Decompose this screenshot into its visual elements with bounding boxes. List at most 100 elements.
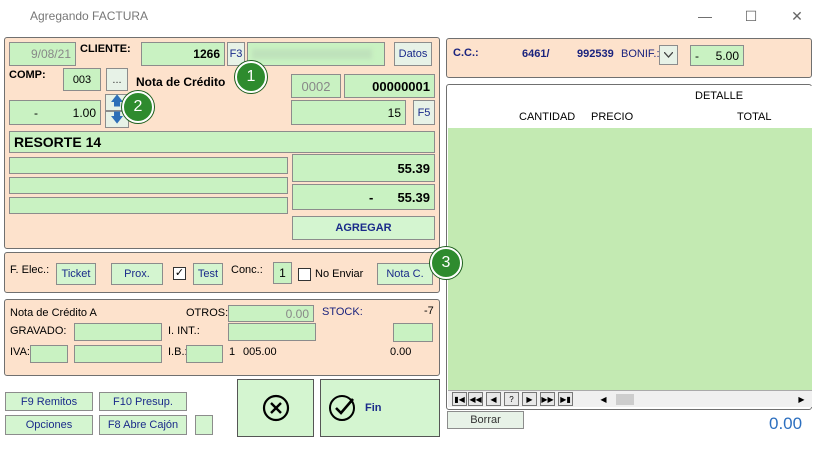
bonif-sign: - [695,48,699,63]
nav-prev-page-button[interactable]: ◀◀ [468,392,483,406]
cliente-code-field[interactable]: 1266 [141,42,225,66]
quantity-value: 1.00 [72,105,96,120]
quantity-field[interactable]: - 1.00 [9,100,101,125]
test-checkbox[interactable]: ✓ [173,267,186,280]
chevron-down-icon [664,52,673,58]
conc-label: Conc.: [231,264,263,276]
f8-abre-cajon-button[interactable]: F8 Abre Cajón [99,415,187,435]
product-code-field[interactable]: 15 [291,100,406,125]
bonif-dropdown[interactable] [659,45,678,65]
ib-value-3: 0.00 [390,346,412,358]
punto-venta-field[interactable]: 0002 [291,74,341,98]
nav-last-button[interactable]: ▶▮ [558,392,573,406]
app-window: Agregando FACTURA — ☐ ✕ 9/08/21 CLIENTE:… [0,0,820,474]
prox-button[interactable]: Prox. [111,263,163,285]
ib-rate-field[interactable] [186,345,223,363]
fin-label: Fin [365,402,382,414]
step-badge-3: 3 [430,247,462,279]
nav-prev-button[interactable]: ◀ [486,392,501,406]
opciones-button[interactable]: Opciones [5,415,93,435]
fin-button[interactable]: Fin [320,379,440,437]
col-total[interactable]: TOTAL [737,111,771,123]
cancel-icon [262,394,289,422]
doc-name-label: Nota de Crédito A [10,307,97,319]
bonif-label: BONIF.: [621,48,660,60]
f5-button[interactable]: F5 [413,100,435,125]
gravado-field[interactable] [74,323,162,341]
iint-field[interactable] [228,323,316,341]
nota-c-button[interactable]: Nota C. [377,263,433,285]
extra-field-1[interactable] [9,157,288,174]
extra-field-2[interactable] [9,177,288,194]
nav-next-button[interactable]: ▶ [522,392,537,406]
borrar-button[interactable]: Borrar [447,411,524,429]
title-bar: Agregando FACTURA — ☐ ✕ [0,0,820,32]
redacted-name [252,49,372,59]
ib-label: I.B.: [168,346,188,358]
line-total-field[interactable]: - 55.39 [292,184,435,210]
close-button[interactable]: ✕ [774,0,820,32]
small-button[interactable] [195,415,213,435]
check-circle-icon [329,395,355,421]
doc-type-label: Nota de Crédito [136,75,226,89]
scroll-left-icon[interactable]: ◀ [596,392,611,406]
step-badge-1: 1 [235,61,267,93]
no-enviar-checkbox[interactable] [298,268,311,281]
f9-remitos-button[interactable]: F9 Remitos [5,392,93,411]
felec-label: F. Elec.: [10,264,50,276]
agregar-button[interactable]: AGREGAR [292,216,435,240]
iva-field[interactable] [74,345,162,363]
grand-total: 0.00 [769,414,803,433]
scroll-right-icon[interactable]: ▶ [794,392,809,406]
stock-value: -7 [424,305,434,317]
ticket-button[interactable]: Ticket [56,263,96,285]
datos-button[interactable]: Datos [394,42,432,66]
test-button[interactable]: Test [193,263,223,285]
arrow-down-icon: 🡇 [110,109,124,125]
iva-rate-field[interactable] [30,345,68,363]
maximize-button[interactable]: ☐ [728,0,774,32]
ib-value-2: 005.00 [243,346,277,358]
nav-first-button[interactable]: ▮◀ [452,392,467,406]
f10-presup-button[interactable]: F10 Presup. [99,392,187,411]
detail-grid[interactable] [448,128,812,390]
extra-field-3[interactable] [9,197,288,214]
cliente-label: CLIENTE: [80,43,131,55]
col-precio[interactable]: PRECIO [591,111,633,123]
unit-price-field[interactable]: 55.39 [292,154,435,182]
grid-navigator: ▮◀ ◀◀ ◀ ? ▶ ▶▶ ▶▮ ◀ ▶ [448,390,812,407]
quantity-sign: - [34,105,38,120]
minimize-button[interactable]: — [682,0,728,32]
cliente-name-field[interactable] [247,42,385,66]
grid-header: DETALLE CANTIDAD PRECIO TOTAL [448,86,812,128]
cancel-button[interactable] [237,379,314,437]
comp-browse-button[interactable]: ... [106,68,128,91]
stock-label: STOCK: [322,306,363,318]
comp-code-field[interactable]: 003 [63,68,101,91]
bonif-value: 5.00 [715,48,739,63]
cc-value-b: 992539 [577,48,614,60]
window-title: Agregando FACTURA [30,9,149,23]
numero-field[interactable]: 00000001 [344,74,435,98]
cc-value-a: 6461/ [522,48,550,60]
col-cantidad[interactable]: CANTIDAD [519,111,575,123]
product-name-field[interactable]: RESORTE 14 [9,131,435,153]
scroll-thumb[interactable] [616,394,634,405]
line-total-sign: - [369,189,374,205]
nav-next-page-button[interactable]: ▶▶ [540,392,555,406]
ib-value-1: 1 [229,346,236,358]
nav-help-button[interactable]: ? [504,392,519,406]
otros-label: OTROS: [186,307,229,319]
gravado-label: GRAVADO: [10,325,67,337]
cc-label: C.C.: [453,47,479,59]
stock-field[interactable] [393,323,433,342]
step-badge-2: 2 [122,91,154,123]
no-enviar-label: No Enviar [315,268,364,280]
otros-field[interactable]: 0.00 [228,305,314,322]
conc-field[interactable]: 1 [273,262,292,284]
bonif-field[interactable]: - 5.00 [690,45,744,66]
iint-label: I. INT.: [168,325,200,337]
comp-label: COMP: [9,69,46,81]
detalle-header: DETALLE [695,90,744,102]
date-field[interactable]: 9/08/21 [9,42,76,66]
